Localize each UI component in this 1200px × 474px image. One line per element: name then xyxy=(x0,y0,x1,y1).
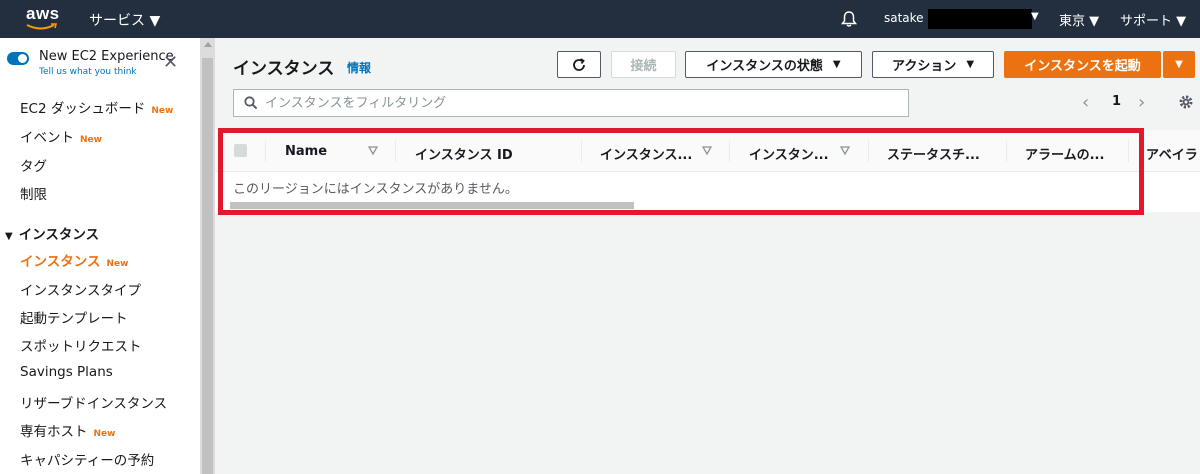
caret-down-icon: ▼ xyxy=(832,59,841,70)
search-icon xyxy=(244,96,258,110)
sidebar-item-instances[interactable]: インスタンス New xyxy=(20,250,128,270)
sort-icon[interactable] xyxy=(702,146,712,155)
new-badge: New xyxy=(80,135,102,145)
column-divider[interactable] xyxy=(1006,140,1007,162)
sidebar-item-events[interactable]: イベント New xyxy=(20,126,102,146)
column-header-alarm-status[interactable]: アラームの... xyxy=(1025,144,1104,163)
column-header-instance-id[interactable]: インスタンス ID xyxy=(415,144,513,163)
redacted-account-name xyxy=(928,9,1032,29)
sidebar-section-instances[interactable]: ▼ インスタンス xyxy=(5,223,99,243)
sidebar-item-instance-types[interactable]: インスタンスタイプ xyxy=(20,279,141,299)
caret-down-icon: ▼ xyxy=(1175,59,1183,70)
feedback-link[interactable]: Tell us what you think xyxy=(39,67,137,77)
filter-instances-input[interactable] xyxy=(265,94,895,112)
empty-table-message: このリージョンにはインスタンスがありません。 xyxy=(233,182,518,197)
account-caret-icon[interactable]: ▼ xyxy=(1031,11,1039,22)
sort-icon[interactable] xyxy=(368,146,378,155)
column-divider[interactable] xyxy=(868,140,869,162)
close-icon[interactable]: ✕ xyxy=(163,54,178,72)
column-header-instance-state[interactable]: インスタンス... xyxy=(600,144,692,163)
sidebar-item-dedicated-hosts[interactable]: 専有ホスト New xyxy=(20,420,115,440)
next-page-icon[interactable]: › xyxy=(1138,92,1145,113)
previous-page-icon[interactable]: ‹ xyxy=(1082,92,1089,113)
column-header-instance-type[interactable]: インスタン... xyxy=(749,144,829,163)
new-experience-title: New EC2 Experience xyxy=(39,49,174,64)
sidebar-item-ec2-dashboard[interactable]: EC2 ダッシュボード New xyxy=(20,97,173,117)
sidebar: New EC2 Experience Tell us what you thin… xyxy=(0,38,200,474)
sidebar-item-capacity-reservations[interactable]: キャパシティーの予約 xyxy=(20,449,154,469)
sidebar-item-spot-requests[interactable]: スポットリクエスト xyxy=(20,335,142,355)
sidebar-scrollbar-thumb[interactable] xyxy=(202,58,213,474)
column-divider[interactable] xyxy=(581,140,582,162)
sidebar-item-launch-templates[interactable]: 起動テンプレート xyxy=(20,307,128,327)
page-title: インスタンス xyxy=(233,59,335,79)
sidebar-item-reserved-instances[interactable]: リザーブドインスタンス xyxy=(20,392,167,412)
refresh-button[interactable] xyxy=(557,51,601,78)
sort-icon[interactable] xyxy=(840,146,850,155)
top-navigation-bar: aws サービス ▼ satake @ ▼ 東京 ▼ サポート ▼ xyxy=(0,0,1200,38)
instance-state-dropdown[interactable]: インスタンスの状態 ▼ xyxy=(685,51,862,78)
sidebar-item-savings-plans[interactable]: Savings Plans xyxy=(20,364,113,380)
info-link[interactable]: 情報 xyxy=(347,59,371,76)
services-menu[interactable]: サービス ▼ xyxy=(89,10,160,30)
sidebar-item-limits[interactable]: 制限 xyxy=(20,183,47,203)
column-header-status-check[interactable]: ステータスチ... xyxy=(887,144,980,163)
column-header-availability-zone[interactable]: アベイラ xyxy=(1146,144,1198,163)
column-divider[interactable] xyxy=(729,140,730,162)
column-divider[interactable] xyxy=(1128,140,1129,162)
column-header-name[interactable]: Name xyxy=(285,144,327,159)
aws-smile-icon xyxy=(26,23,58,30)
new-badge: New xyxy=(106,259,129,269)
caret-down-icon: ▼ xyxy=(5,231,13,242)
notifications-bell-icon[interactable] xyxy=(840,10,858,31)
table-header: Name インスタンス ID インスタンス... インスタン... ステータスチ… xyxy=(215,130,1200,172)
column-divider[interactable] xyxy=(265,140,266,162)
gear-icon[interactable] xyxy=(1178,94,1194,114)
new-badge: New xyxy=(151,106,174,116)
new-experience-toggle[interactable] xyxy=(7,52,29,65)
region-selector[interactable]: 東京 ▼ xyxy=(1059,10,1099,29)
select-all-checkbox[interactable] xyxy=(234,144,247,157)
aws-logo[interactable]: aws xyxy=(26,4,62,32)
connect-button[interactable]: 接続 xyxy=(611,51,676,78)
launch-options-dropdown[interactable]: ▼ xyxy=(1163,51,1195,78)
instances-table: Name インスタンス ID インスタンス... インスタン... ステータスチ… xyxy=(215,130,1200,212)
actions-dropdown[interactable]: アクション ▼ xyxy=(872,51,994,78)
support-menu[interactable]: サポート ▼ xyxy=(1120,10,1186,29)
column-divider[interactable] xyxy=(395,140,396,162)
refresh-icon xyxy=(573,57,585,71)
scroll-up-arrow-icon[interactable] xyxy=(204,42,212,47)
aws-logo-text: aws xyxy=(26,4,60,23)
sidebar-item-tags[interactable]: タグ xyxy=(20,155,47,175)
table-horizontal-scrollbar[interactable] xyxy=(230,202,634,209)
launch-instances-button[interactable]: インスタンスを起動 xyxy=(1004,51,1161,78)
instance-filter xyxy=(233,89,909,117)
page-number[interactable]: 1 xyxy=(1112,94,1121,109)
new-badge: New xyxy=(93,429,116,439)
caret-down-icon: ▼ xyxy=(966,59,975,70)
